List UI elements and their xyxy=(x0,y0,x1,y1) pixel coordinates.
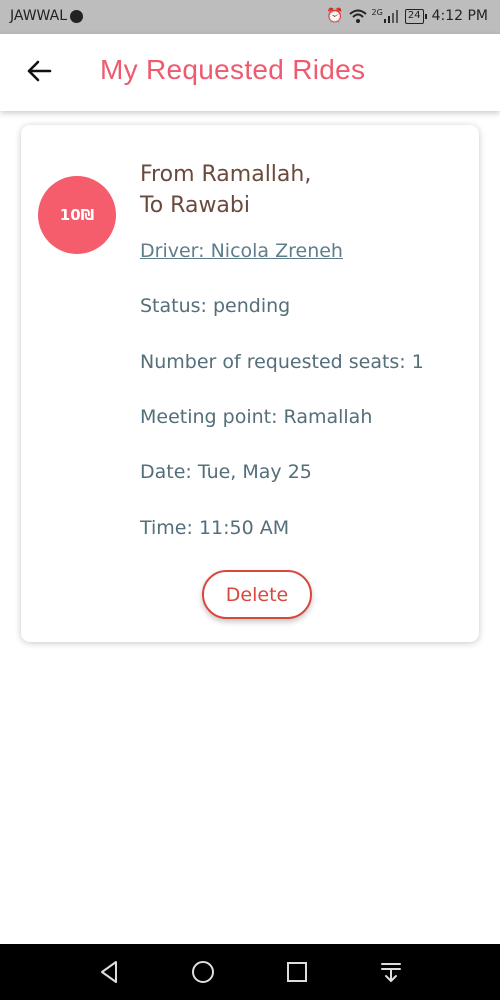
pull-down-icon[interactable] xyxy=(377,958,405,986)
delete-button[interactable]: Delete xyxy=(202,570,312,619)
alarm-icon: ⏰ xyxy=(326,8,344,24)
system-nav-bar xyxy=(0,944,500,1000)
ride-card: 10₪ From Ramallah, To Rawabi Driver: Nic… xyxy=(21,125,479,642)
price-badge: 10₪ xyxy=(38,176,116,254)
network-type-label: 2G xyxy=(371,7,383,17)
route-to: To Rawabi xyxy=(140,193,250,218)
ride-date: Date: Tue, May 25 xyxy=(140,461,312,483)
driver-link[interactable]: Driver: Nicola Zreneh xyxy=(140,240,343,262)
status-bar: JAWWAL ⏰ 2G 24 4:12 PM xyxy=(0,0,500,34)
signal-icon xyxy=(383,10,398,23)
route: From Ramallah, To Rawabi xyxy=(140,159,311,221)
arrow-left-icon[interactable] xyxy=(24,56,54,86)
page-title: My Requested Rides xyxy=(100,54,366,85)
clock: 4:12 PM xyxy=(431,8,488,24)
triangle-back-icon[interactable] xyxy=(96,958,124,986)
status-right: ⏰ 2G 24 4:12 PM xyxy=(326,7,488,25)
requested-seats: Number of requested seats: 1 xyxy=(140,351,424,373)
route-from: From Ramallah, xyxy=(140,162,312,187)
ride-status: Status: pending xyxy=(140,295,291,317)
app-bar: My Requested Rides xyxy=(0,34,500,111)
circle-home-icon[interactable] xyxy=(189,958,217,986)
wifi-icon xyxy=(348,9,367,23)
status-left: JAWWAL xyxy=(10,8,83,24)
battery-icon: 24 xyxy=(404,8,427,24)
meeting-point: Meeting point: Ramallah xyxy=(140,406,373,428)
square-recents-icon[interactable] xyxy=(283,958,311,986)
ride-time: Time: 11:50 AM xyxy=(140,517,290,539)
carrier-name: JAWWAL xyxy=(10,8,67,24)
messenger-icon xyxy=(70,9,83,23)
